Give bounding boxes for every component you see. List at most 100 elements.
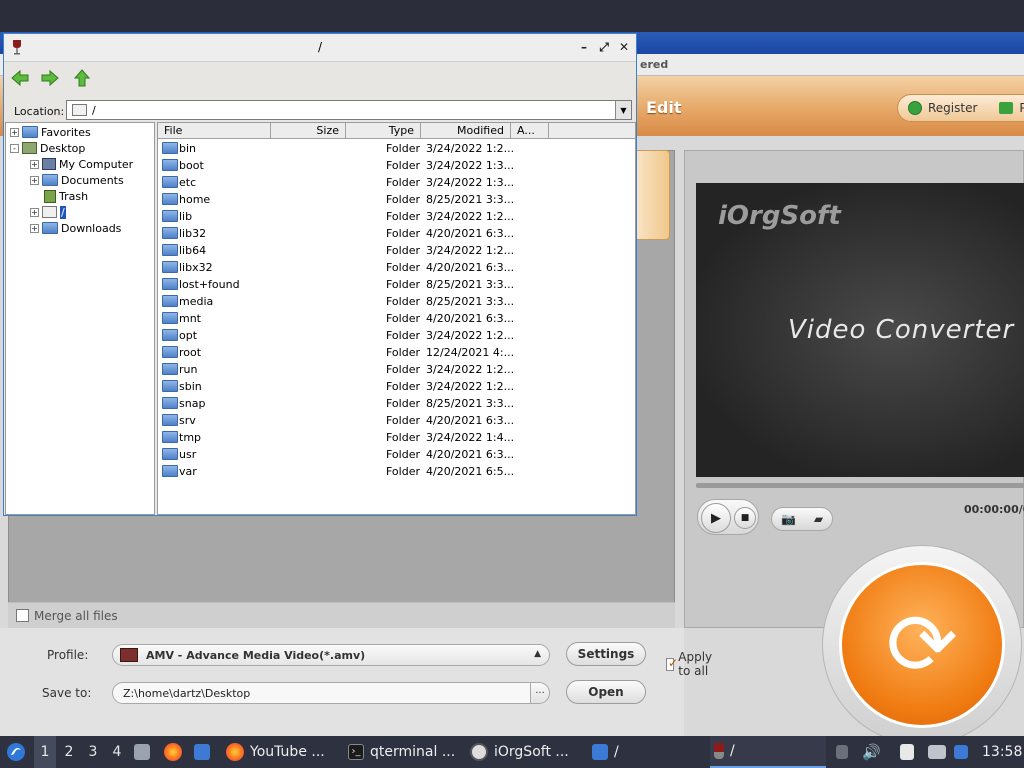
close-icon[interactable]: ✕ [616,39,632,55]
terminal-icon: ›_ [348,744,364,760]
table-row[interactable]: var Folder 4/20/2021 6:5... [158,463,635,480]
convert-button[interactable]: ⟳ [839,562,1005,728]
folder-icon [162,193,178,205]
dialog-titlebar[interactable]: / – ⤢ ✕ [4,34,636,62]
column-modified[interactable]: Modified [421,123,511,139]
table-row[interactable]: home Folder 8/25/2021 3:3... [158,191,635,208]
table-row[interactable]: lost+found Folder 8/25/2021 3:3... [158,276,635,293]
file-type: Folder [386,465,420,478]
tree-item-trash[interactable]: Trash [44,188,88,204]
table-row[interactable]: srv Folder 4/20/2021 6:3... [158,412,635,429]
table-row[interactable]: tmp Folder 3/24/2022 1:4... [158,429,635,446]
expand-icon[interactable]: + [30,223,39,233]
table-row[interactable]: boot Folder 3/24/2022 1:3... [158,157,635,174]
open-button[interactable]: Open [566,680,646,704]
task-wine-dialog[interactable]: / [710,736,826,768]
back-arrow-icon[interactable] [10,68,30,88]
start-menu-button[interactable] [6,736,26,768]
apply-all-checkbox[interactable] [666,656,678,671]
seek-bar[interactable] [696,483,1024,488]
collapse-icon[interactable]: - [10,143,19,153]
browse-button[interactable]: ··· [530,682,550,704]
up-arrow-icon[interactable] [72,68,92,88]
edit-tab[interactable]: Edit [646,98,682,117]
launcher-files[interactable] [194,736,210,768]
profile-label: Profile: [47,648,89,662]
profile-select[interactable]: AMV - Advance Media Video(*.amv) ▲ [112,644,550,666]
table-row[interactable]: bin Folder 3/24/2022 1:2... [158,140,635,157]
table-row[interactable]: usr Folder 4/20/2021 6:3... [158,446,635,463]
maximize-icon[interactable]: ⤢ [596,39,612,55]
saveto-label: Save to: [42,686,92,700]
minimize-icon[interactable]: – [576,39,592,55]
tray-clipboard[interactable] [900,736,914,768]
table-row[interactable]: lib Folder 3/24/2022 1:2... [158,208,635,225]
folder-icon [162,210,178,222]
tree-item-label: Downloads [61,221,122,235]
workspace-2[interactable]: 2 [58,736,80,768]
stop-button[interactable]: ■ [734,507,756,529]
expand-icon[interactable]: + [30,175,39,185]
merge-label: Merge all files [34,608,118,623]
workspace-4[interactable]: 4 [106,736,128,768]
task-qterminal[interactable]: ›_ qterminal ... [344,736,460,768]
tree-item-root[interactable]: + / [30,204,66,220]
computer-icon [42,158,56,170]
task-folder[interactable]: / [588,736,704,768]
camera-icon[interactable]: 📷 [781,512,796,526]
chevron-down-icon[interactable]: ▼ [615,101,631,119]
taskbar: 1 2 3 4 YouTube ... ›_ qterminal ... iOr… [0,736,1024,768]
table-row[interactable]: media Folder 8/25/2021 3:3... [158,293,635,310]
location-combo[interactable]: / ▼ [66,100,632,120]
table-row[interactable]: root Folder 12/24/2021 4:... [158,344,635,361]
table-row[interactable]: etc Folder 3/24/2022 1:3... [158,174,635,191]
column-file[interactable]: File [158,123,271,139]
tree-item-downloads[interactable]: + Downloads [30,220,121,236]
merge-checkbox[interactable] [16,609,29,622]
table-row[interactable]: opt Folder 3/24/2022 1:2... [158,327,635,344]
show-desktop-button[interactable] [134,736,150,768]
column-attributes[interactable]: A... [511,123,549,139]
folder-icon [42,222,58,234]
column-type[interactable]: Type [346,123,421,139]
column-size[interactable]: Size [271,123,346,139]
tray-up-arrow[interactable] [836,736,848,768]
expand-icon[interactable]: + [10,127,19,137]
file-type: Folder [386,210,420,223]
tree-item-favorites[interactable]: + Favorites [10,124,91,140]
tree-item-documents[interactable]: + Documents [30,172,124,188]
playback-controls: ▶ ■ [697,499,759,535]
workspace-3[interactable]: 3 [82,736,104,768]
settings-button[interactable]: Settings [566,642,646,666]
file-modified: 3/24/2022 1:2... [426,142,515,155]
folder-icon [162,176,178,188]
table-row[interactable]: libx32 Folder 4/20/2021 6:3... [158,259,635,276]
file-type: Folder [386,414,420,427]
saveto-input[interactable]: Z:\home\dartz\Desktop [112,682,532,704]
tray-network[interactable] [928,736,946,768]
tray-notification[interactable] [954,736,968,768]
register-button[interactable]: Register P [897,94,1024,122]
file-type: Folder [386,227,420,240]
expand-icon[interactable]: + [30,207,39,217]
table-row[interactable]: snap Folder 8/25/2021 3:3... [158,395,635,412]
table-row[interactable]: lib64 Folder 3/24/2022 1:2... [158,242,635,259]
table-row[interactable]: run Folder 3/24/2022 1:2... [158,361,635,378]
tree-item-my-computer[interactable]: + My Computer [30,156,133,172]
folder-open-icon[interactable]: ▰ [814,512,823,526]
forward-arrow-icon[interactable] [40,68,60,88]
tree-item-desktop[interactable]: - Desktop [10,140,85,156]
file-modified: 4/20/2021 6:3... [426,261,515,274]
play-button[interactable]: ▶ [701,503,731,533]
task-youtube[interactable]: YouTube ... [222,736,338,768]
file-name: srv [179,414,196,427]
launcher-firefox[interactable] [164,736,182,768]
table-row[interactable]: lib32 Folder 4/20/2021 6:3... [158,225,635,242]
tray-volume[interactable]: 🔊 [862,736,881,768]
side-tab[interactable] [636,150,670,240]
table-row[interactable]: sbin Folder 3/24/2022 1:2... [158,378,635,395]
workspace-1[interactable]: 1 [34,736,56,768]
task-iorgsoft[interactable]: iOrgSoft ... [466,736,582,768]
table-row[interactable]: mnt Folder 4/20/2021 6:3... [158,310,635,327]
expand-icon[interactable]: + [30,159,39,169]
